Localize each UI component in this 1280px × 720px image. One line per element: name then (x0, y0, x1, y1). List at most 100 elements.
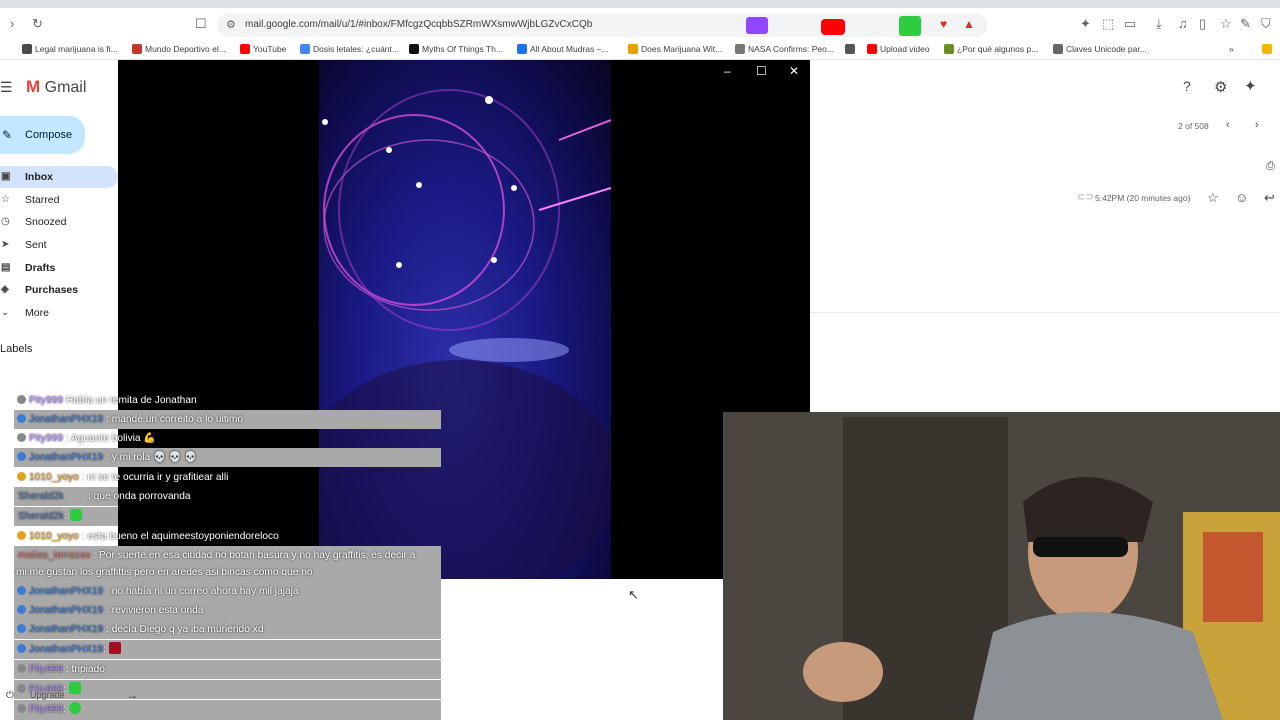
compose-button[interactable]: ✎ Compose (0, 116, 85, 154)
warning-triangle-icon[interactable]: ▲ (963, 17, 975, 31)
chat-text: : (63, 511, 67, 522)
chat-text: : Aguante bolivia 💪 (65, 433, 157, 444)
bookmark-item[interactable]: NASA Confirms: Peo... (735, 44, 834, 54)
sidepanel-icon[interactable]: ▯ (1199, 17, 1206, 31)
reply-icon[interactable]: ↩ (1264, 190, 1275, 206)
chat-user: Pity999 (29, 395, 63, 406)
badge-icon (17, 395, 26, 404)
gmail-logo[interactable]: M Gmail (26, 77, 86, 97)
chat-message: Pity999 : tripiado (14, 660, 441, 679)
bookmark-item[interactable] (845, 44, 858, 54)
puzzle-icon[interactable]: ⬚ (1102, 17, 1114, 31)
extensions-icon[interactable]: ✎ (1240, 17, 1251, 31)
gemini-sparkle-icon[interactable]: ✦ (1244, 77, 1257, 95)
chat-user: Sherald2k (18, 491, 64, 502)
extension-icon[interactable]: ✦ (1080, 17, 1091, 31)
bookmark-item[interactable]: ¿Por qué algunos p... (944, 44, 1038, 54)
bookmark-manager-icon[interactable]: ☆ (1220, 17, 1232, 31)
clock-icon: ◷ (1, 216, 10, 227)
chat-message: Pity999: (14, 700, 441, 720)
chat-message: JonathanPHX19 : decía Diego q ya iba mur… (14, 620, 441, 639)
chat-text: : ni se te ocurria ir y grafitiear alli (81, 472, 229, 483)
bookmark-item[interactable]: Legal marijuana is fi... (22, 44, 118, 54)
labels-heading: Labels (0, 343, 33, 355)
upgrade-link[interactable]: Upgrade (30, 690, 65, 700)
arrow-right-icon[interactable]: → (126, 688, 138, 702)
nav-item-inbox[interactable]: ▣ Inbox (0, 166, 118, 188)
nav-item-more[interactable]: ⌄ More (0, 302, 118, 324)
nav-label: Sent (25, 239, 47, 251)
star-toggle-icon[interactable]: ☆ (1207, 190, 1219, 206)
attachment-icon: ⊂⊃ (1077, 192, 1094, 203)
chat-user: JonathanPHX19 (29, 414, 104, 425)
twitch-icon[interactable] (746, 17, 768, 34)
chat-text: : revivieron esta onda (106, 605, 204, 616)
nav-item-starred[interactable]: ☆ Starred (0, 189, 118, 211)
nav-item-purchases[interactable]: ◈ Purchases (0, 279, 118, 301)
heart-icon[interactable]: ♥ (940, 17, 952, 31)
chat-text: : (103, 644, 107, 655)
badge-icon (17, 472, 26, 481)
menu-icon[interactable]: ☰ (0, 79, 13, 96)
chevron-left-icon[interactable]: ‹ (1226, 119, 1230, 131)
badge-icon (17, 452, 26, 461)
badge-icon (17, 433, 26, 442)
settings-gear-icon[interactable]: ⚙ (1214, 78, 1227, 96)
music-icon[interactable]: ♫ (1178, 17, 1188, 31)
chat-text: Había un temita de Jonathan (65, 395, 197, 406)
help-icon[interactable]: ? (1183, 78, 1191, 94)
url-text: mail.google.com/mail/u/1/#inbox/FMfcgzQc… (245, 19, 593, 30)
chat-user: Sherald2k (18, 511, 64, 522)
emote-icon (68, 702, 81, 714)
bookmark-item[interactable]: Myths Of Things Th... (409, 44, 503, 54)
nav-label: More (25, 307, 49, 319)
download-icon[interactable]: ⤓ (1156, 17, 1162, 31)
bookmark-star-icon[interactable]: ☐ (195, 17, 207, 31)
bookmark-item[interactable]: All About Mudras –... (517, 44, 608, 54)
divider (810, 312, 1280, 313)
shield-icon[interactable]: ⛉ (1261, 17, 1271, 31)
folder-icon[interactable] (1262, 44, 1275, 54)
nav-label: Snoozed (25, 216, 67, 228)
close-icon[interactable]: ✕ (789, 64, 799, 78)
emoji-react-icon[interactable]: ☺ (1235, 190, 1248, 205)
chat-text: : tripiado (65, 664, 105, 675)
star-icon: ☆ (1, 194, 10, 205)
forward-icon[interactable]: › (10, 17, 14, 31)
reload-icon[interactable]: ↻ (32, 17, 43, 31)
print-icon[interactable]: ⎙ (1266, 160, 1275, 173)
chat-message-continued (118, 487, 198, 506)
chat-message: Sherald2k : que onda porrovanda (14, 487, 191, 506)
blank-panel (441, 579, 723, 720)
bookmark-item[interactable]: Claves Unicode par... (1053, 44, 1147, 54)
bookmarks-bar: Legal marijuana is fi... Mundo Deportivo… (0, 40, 1280, 60)
nav-item-drafts[interactable]: ▤ Drafts (0, 257, 118, 279)
chevron-right-icon[interactable]: › (1255, 119, 1259, 131)
bookmark-item[interactable]: Does Marijuana Wit... (628, 44, 722, 54)
video-frame[interactable] (319, 60, 611, 579)
badge-icon (17, 644, 26, 653)
badge-icon (17, 704, 26, 713)
badge-icon (17, 531, 26, 540)
youtube-icon[interactable] (821, 19, 845, 35)
bookmark-item[interactable]: Upload video (867, 44, 930, 54)
chat-user: 1010_yoyo (29, 531, 79, 542)
kick-icon[interactable] (899, 16, 921, 36)
maximize-icon[interactable]: ☐ (756, 64, 767, 78)
power-icon[interactable]: ⏻ (6, 690, 14, 701)
chat-text: : (62, 704, 66, 715)
minimize-icon[interactable]: – (724, 64, 731, 78)
nav-item-snoozed[interactable]: ◷ Snoozed (0, 211, 118, 233)
bookmark-item[interactable]: Mundo Deportivo el... (132, 44, 226, 54)
bookmark-item[interactable]: Dosis letales: ¿cuánt... (300, 44, 399, 54)
chat-text: : y mi rola 💀 💀 💀 (106, 452, 197, 463)
site-info-icon[interactable]: ⚙ (226, 13, 236, 37)
bookmarks-overflow-icon[interactable]: » (1229, 44, 1234, 54)
tab-search-icon[interactable]: ▭ (1124, 17, 1136, 31)
address-bar[interactable]: ⚙ mail.google.com/mail/u/1/#inbox/FMfcgz… (217, 13, 987, 37)
bookmark-item[interactable]: YouTube (240, 44, 286, 54)
chevron-down-icon: ⌄ (1, 307, 10, 318)
nav-item-sent[interactable]: ➤ Sent (0, 234, 118, 256)
chat-user: JonathanPHX19 (29, 605, 104, 616)
chat-message: Pity999 : Aguante bolivia 💪 (14, 429, 441, 448)
